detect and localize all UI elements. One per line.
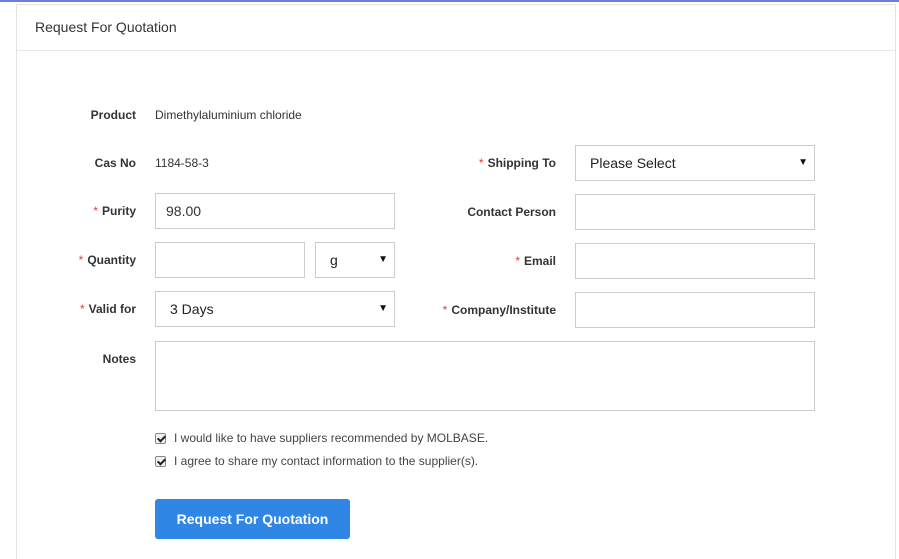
recommend-suppliers-option[interactable]: I would like to have suppliers recommend… [155,431,488,445]
valid-for-select-value: 3 Days [170,301,214,317]
request-quotation-button[interactable]: Request For Quotation [155,499,350,539]
rfq-panel: Request For Quotation [16,4,896,559]
contact-person-input[interactable] [575,194,815,230]
caret-down-icon: ▼ [378,254,388,265]
panel-title: Request For Quotation [17,5,895,51]
caret-down-icon: ▼ [798,157,808,168]
share-contact-option[interactable]: I agree to share my contact information … [155,454,478,468]
notes-textarea[interactable] [155,341,815,411]
product-value: Dimethylaluminium chloride [155,108,302,122]
purity-input[interactable]: 98.00 [155,193,395,229]
unit-select-value: g [330,252,338,268]
required-marker: * [79,302,85,316]
purity-label: * Purity [93,204,136,218]
share-contact-label: I agree to share my contact information … [174,454,479,468]
shipping-to-label: * Shipping To [478,156,556,170]
email-input[interactable] [575,243,815,279]
company-label: * Company/Institute [442,303,556,317]
required-marker: * [515,254,520,268]
contact-person-label: Contact Person [467,205,556,219]
shipping-to-select[interactable]: Please Select ▼ [575,145,815,181]
unit-select[interactable]: g ▼ [315,242,395,278]
valid-for-label: * Valid for [79,302,136,316]
required-marker: * [442,303,448,317]
cas-value: 1184-58-3 [155,156,209,170]
quantity-input[interactable] [155,242,305,278]
caret-down-icon: ▼ [378,303,388,314]
share-contact-checkbox[interactable] [155,455,166,467]
product-label: Product [90,108,136,122]
required-marker: * [78,253,84,267]
top-accent-line [0,0,899,2]
email-label: * Email [515,254,556,268]
required-marker: * [478,156,484,170]
recommend-suppliers-label: I would like to have suppliers recommend… [174,431,489,445]
required-marker: * [93,204,98,218]
cas-label: Cas No [94,156,136,170]
company-input[interactable] [575,292,815,328]
notes-label: Notes [102,352,136,366]
quantity-label: * Quantity [78,253,136,267]
valid-for-select[interactable]: 3 Days ▼ [155,291,395,327]
shipping-to-select-value: Please Select [590,155,676,171]
recommend-suppliers-checkbox[interactable] [155,432,166,444]
